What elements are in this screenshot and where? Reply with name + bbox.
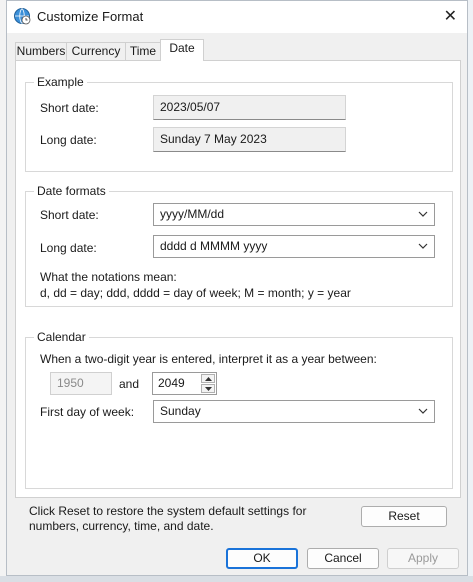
date-tab-panel: Example Short date: 2023/05/07 Long date… — [15, 60, 461, 498]
close-icon[interactable]: ✕ — [444, 6, 457, 26]
tab-currency[interactable]: Currency — [66, 42, 126, 60]
reset-hint-text: Click Reset to restore the system defaul… — [29, 504, 307, 533]
calendar-group-label: Calendar — [34, 330, 89, 344]
chevron-down-icon — [418, 211, 428, 217]
example-short-date-label: Short date: — [40, 101, 99, 115]
example-group-label: Example — [34, 75, 87, 89]
and-label: and — [119, 377, 140, 391]
notation-title: What the notations mean: — [40, 270, 177, 284]
date-formats-group-label: Date formats — [34, 184, 109, 198]
ok-button[interactable]: OK — [226, 548, 298, 569]
year-to-stepper[interactable]: 2049 — [152, 372, 217, 395]
title-bar: Customize Format ✕ — [7, 1, 467, 33]
first-day-of-week-combo[interactable]: Sunday — [153, 400, 435, 423]
example-long-date-value: Sunday 7 May 2023 — [153, 127, 346, 152]
chevron-down-icon — [418, 408, 428, 414]
example-short-date-value: 2023/05/07 — [153, 95, 346, 120]
two-digit-year-text: When a two-digit year is entered, interp… — [40, 352, 377, 366]
customize-format-dialog: Customize Format ✕ Numbers Currency Time… — [6, 0, 468, 576]
cancel-button[interactable]: Cancel — [307, 548, 379, 569]
background-window-right — [468, 0, 473, 582]
tab-date[interactable]: Date — [160, 39, 204, 61]
short-date-format-combo[interactable]: yyyy/MM/dd — [153, 203, 435, 226]
tab-time[interactable]: Time — [125, 42, 161, 60]
year-to-value: 2049 — [158, 376, 185, 390]
short-date-format-value: yyyy/MM/dd — [160, 207, 225, 221]
reset-button[interactable]: Reset — [361, 506, 447, 527]
caret-down-icon — [205, 387, 212, 391]
globe-clock-icon — [14, 8, 31, 25]
spin-up-button[interactable] — [201, 374, 215, 383]
date-formats-group: Date formats Short date: yyyy/MM/dd Long… — [25, 184, 453, 307]
long-date-format-label: Long date: — [40, 241, 97, 255]
background-window-bottom — [0, 576, 473, 582]
calendar-group: Calendar When a two-digit year is entere… — [25, 330, 453, 489]
long-date-format-value: dddd d MMMM yyyy — [160, 239, 268, 253]
year-to-spin-buttons — [201, 374, 215, 393]
year-from-field: 1950 — [50, 372, 112, 395]
tab-numbers[interactable]: Numbers — [15, 42, 67, 60]
notation-text: d, dd = day; ddd, dddd = day of week; M … — [40, 286, 351, 300]
example-long-date-label: Long date: — [40, 133, 97, 147]
caret-up-icon — [205, 377, 212, 381]
example-group: Example Short date: 2023/05/07 Long date… — [25, 75, 453, 172]
short-date-format-label: Short date: — [40, 208, 99, 222]
chevron-down-icon — [418, 243, 428, 249]
window-title: Customize Format — [37, 9, 144, 24]
spin-down-button[interactable] — [201, 384, 215, 393]
first-day-of-week-value: Sunday — [160, 404, 201, 418]
long-date-format-combo[interactable]: dddd d MMMM yyyy — [153, 235, 435, 258]
first-day-of-week-label: First day of week: — [40, 405, 135, 419]
apply-button[interactable]: Apply — [387, 548, 459, 569]
